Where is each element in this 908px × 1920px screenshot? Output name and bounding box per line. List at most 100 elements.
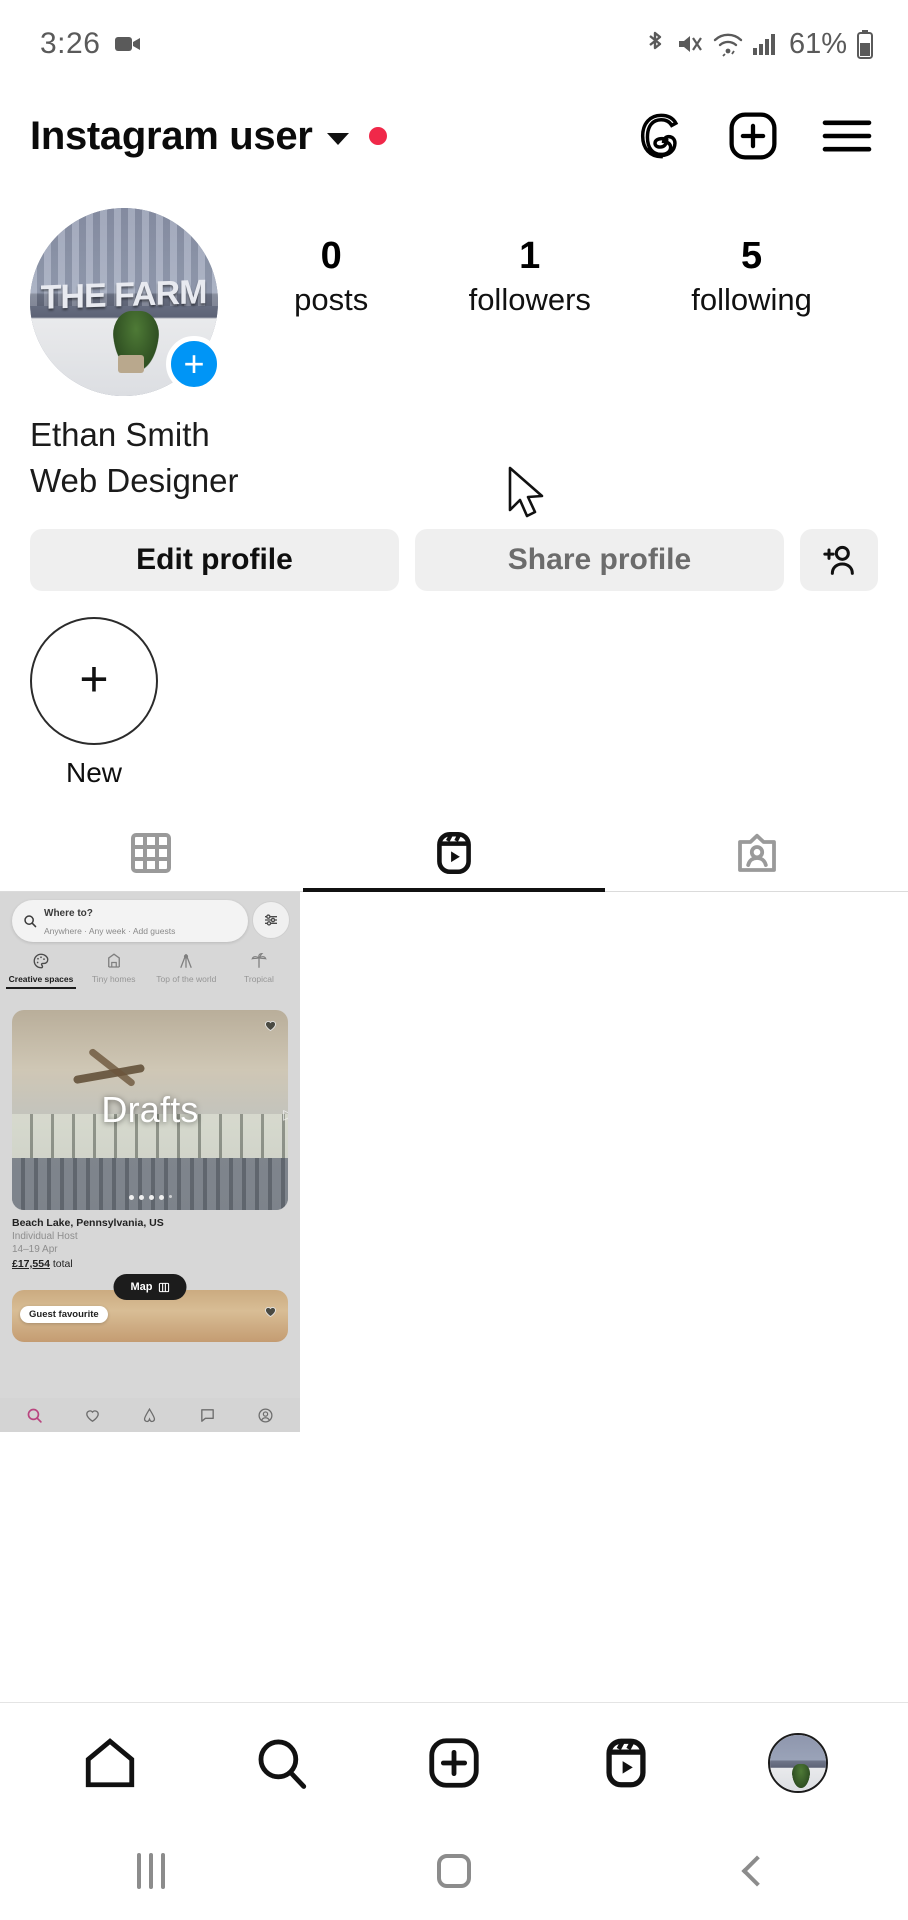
inner-nav-wishlist-icon	[84, 1407, 101, 1424]
tiny-homes-icon	[79, 950, 149, 972]
map-icon	[158, 1282, 170, 1293]
photo-dot	[128, 1195, 134, 1201]
listing-location: Beach Lake, Pennsylvania, US	[12, 1217, 164, 1230]
map-button: Map	[113, 1274, 187, 1301]
drafts-overlay-label: Drafts	[101, 1089, 199, 1131]
cellular-signal-icon	[752, 32, 778, 56]
profile-avatar-wrapper[interactable]: THE FARM +	[30, 208, 222, 396]
creative-spaces-label: Creative spaces	[8, 974, 74, 985]
home-square-icon	[436, 1854, 471, 1888]
system-back-button[interactable]	[697, 1822, 817, 1920]
reels-grid: Where to? Anywhere · Any week · Add gues…	[0, 892, 908, 1433]
threads-icon[interactable]	[634, 110, 686, 162]
listing-dates: 14–19 Apr	[12, 1244, 58, 1256]
status-bar: 3:26 61%	[0, 0, 908, 88]
stat-following[interactable]: 5 following	[691, 234, 812, 320]
menu-icon[interactable]	[820, 114, 874, 158]
edit-profile-button[interactable]: Edit profile	[30, 529, 399, 592]
header-username: Instagram user	[30, 113, 313, 158]
system-navigation-bar	[0, 1822, 908, 1920]
profile-bio-text: Web Designer	[30, 461, 239, 499]
inner-category-tiny-homes: Tiny homes	[79, 950, 149, 989]
inner-category-top-of-the-world: Top of the world	[151, 950, 221, 989]
profile-full-name: Ethan Smith	[30, 416, 210, 453]
profile-header: Instagram user	[0, 88, 908, 184]
nav-home[interactable]	[64, 1717, 156, 1809]
profile-stats: 0 posts 1 followers 5 following	[218, 208, 878, 320]
tropical-label: Tropical	[244, 974, 274, 985]
inner-search-subtitle: Anywhere · Any week · Add guests	[44, 926, 176, 937]
inner-nav-messages-icon	[199, 1407, 216, 1424]
system-recents-button[interactable]	[91, 1822, 211, 1920]
nav-create[interactable]	[408, 1717, 500, 1809]
tropical-icon	[224, 950, 294, 972]
share-profile-button[interactable]: Share profile	[415, 529, 784, 592]
listing-price-suffix: total	[49, 1258, 73, 1271]
photo-dot	[148, 1195, 154, 1201]
recents-icon	[137, 1853, 166, 1889]
avatar-sign-text: THE FARM	[41, 272, 207, 317]
tab-tagged[interactable]	[605, 815, 908, 891]
inner-search-bar: Where to? Anywhere · Any week · Add gues…	[12, 900, 248, 943]
status-bar-right: 61%	[643, 28, 874, 61]
photo-dots	[12, 1195, 288, 1201]
map-button-label: Map	[130, 1281, 153, 1294]
inner-search-title: Where to?	[44, 908, 93, 920]
photo-dot	[138, 1195, 144, 1201]
system-home-button[interactable]	[394, 1822, 514, 1920]
wifi-icon	[713, 31, 743, 57]
back-chevron-icon	[741, 1855, 773, 1887]
profile-bio: Ethan Smith Web Designer	[0, 396, 908, 503]
inner-category-creative-spaces: Creative spaces	[6, 950, 76, 989]
story-highlights: + New	[0, 591, 908, 789]
top-of-the-world-icon	[151, 950, 221, 972]
highlight-new-label: New	[65, 757, 122, 789]
profile-tabs	[0, 815, 908, 893]
followers-count: 1	[519, 235, 541, 277]
bluetooth-icon	[643, 29, 667, 59]
status-bar-left: 3:26	[40, 27, 142, 61]
posts-label: posts	[294, 281, 369, 317]
grid-icon	[127, 829, 175, 877]
chair-row	[12, 1158, 288, 1211]
filter-icon	[252, 901, 290, 940]
tab-grid[interactable]	[0, 815, 303, 891]
listing-price: £17,554	[12, 1258, 50, 1271]
tiny-homes-label: Tiny homes	[91, 974, 136, 985]
add-person-icon	[819, 540, 859, 580]
inner-category-tropical: Tropical	[224, 950, 294, 989]
inner-listing-photo: ▷ Drafts	[12, 1010, 288, 1211]
stat-followers[interactable]: 1 followers	[469, 234, 591, 320]
photo-dot	[158, 1195, 164, 1201]
followers-label: followers	[468, 281, 591, 317]
posts-count: 0	[320, 235, 342, 277]
following-count: 5	[740, 235, 763, 277]
nav-search[interactable]	[236, 1717, 328, 1809]
video-recording-icon	[114, 34, 142, 54]
add-person-button[interactable]	[800, 529, 878, 592]
account-switcher[interactable]: Instagram user	[30, 114, 387, 159]
wishlist-heart-icon	[263, 1018, 278, 1033]
chevron-down-icon	[326, 133, 349, 145]
app-bottom-nav	[0, 1702, 908, 1822]
nav-profile[interactable]	[752, 1717, 844, 1809]
nav-reels[interactable]	[580, 1717, 672, 1809]
search-icon	[23, 914, 37, 928]
photo-dot	[168, 1195, 172, 1199]
nav-avatar-plant	[792, 1763, 811, 1788]
new-post-icon[interactable]	[726, 109, 780, 163]
drafts-cell[interactable]: Where to? Anywhere · Any week · Add gues…	[0, 892, 300, 1433]
tab-reels[interactable]	[302, 815, 606, 893]
add-story-badge[interactable]: +	[166, 336, 222, 392]
listing-host: Individual Host	[12, 1231, 78, 1243]
inner-listing-meta: Beach Lake, Pennsylvania, US Individual …	[12, 1217, 288, 1270]
stat-posts[interactable]: 0 posts	[294, 234, 368, 320]
highlight-new-circle[interactable]: +	[30, 617, 158, 746]
following-label: following	[691, 281, 812, 317]
battery-percent: 61%	[788, 27, 847, 60]
phone-screen: 3:26 61% Instagram user THE FARM + 0 pos…	[0, 0, 908, 1920]
avatar-pot	[118, 354, 145, 373]
draft-preview-image: Where to? Anywhere · Any week · Add gues…	[0, 892, 300, 1433]
battery-icon	[856, 29, 874, 59]
highlight-new[interactable]: + New	[30, 617, 158, 789]
